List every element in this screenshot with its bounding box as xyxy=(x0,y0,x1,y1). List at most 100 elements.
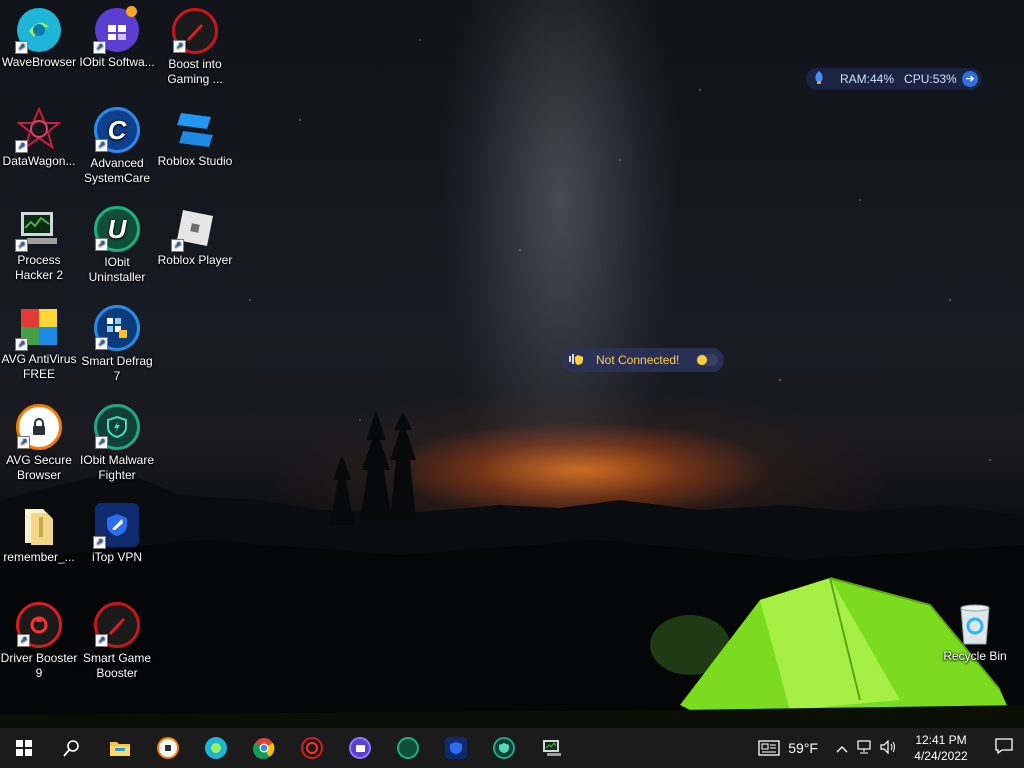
desktop-icon-process-hacker[interactable]: ↗ Process Hacker 2 xyxy=(0,200,78,283)
taskbar-app-iobit-uninstaller[interactable] xyxy=(384,728,432,768)
shortcut-arrow-icon: ↗ xyxy=(95,436,108,449)
desktop-icon-iobit-uninstaller[interactable]: U ↗ IObit Uninstaller xyxy=(78,200,156,285)
taskbar-app-avg-secure-browser[interactable] xyxy=(144,728,192,768)
taskbar-clock[interactable]: 12:41 PM 4/24/2022 xyxy=(906,732,976,764)
vpn-status-text: Not Connected! xyxy=(596,353,680,367)
shortcut-arrow-icon: ↗ xyxy=(95,337,108,350)
network-icon[interactable] xyxy=(856,739,872,757)
arrow-right-icon[interactable]: ➔ xyxy=(962,71,978,87)
lock-glyph xyxy=(165,745,171,751)
desktop-icon-roblox-player[interactable]: ↗ Roblox Player xyxy=(156,200,234,268)
news-weather-icon xyxy=(758,740,780,756)
wave-glyph xyxy=(211,743,221,753)
desktop-icon-avg-secure-browser[interactable]: ↗ AVG Secure Browser xyxy=(0,398,78,483)
desktop-icon-smart-game-booster[interactable]: ↗ Smart Game Booster xyxy=(78,596,156,681)
desktop-icon-recycle-bin[interactable]: Recycle Bin xyxy=(936,596,1014,664)
shield-glyph xyxy=(499,743,509,753)
desktop-icon-wavebrowser[interactable]: ↗ WaveBrowser xyxy=(0,2,78,70)
desktop-icon-label: Recycle Bin xyxy=(943,649,1007,663)
desktop-icon-advanced-systemcare[interactable]: C ↗ Advanced SystemCare xyxy=(78,101,156,186)
desktop-icon-iobit-malware-fighter[interactable]: ↗ IObit Malware Fighter xyxy=(78,398,156,483)
shortcut-arrow-icon: ↗ xyxy=(93,536,106,549)
weather-widget[interactable]: 59°F xyxy=(758,740,818,756)
recycle-bin-icon xyxy=(953,602,997,646)
advanced-systemcare-glyph: C xyxy=(107,114,127,145)
vpn-shield-glyph xyxy=(450,742,462,754)
clock-date: 4/24/2022 xyxy=(914,749,968,763)
wavebrowser-icon xyxy=(205,737,227,759)
avg-secure-browser-icon xyxy=(157,737,179,759)
shortcut-arrow-icon: ↗ xyxy=(93,41,106,54)
iobit-software-updater-icon: ↗ xyxy=(93,6,139,54)
taskbar-app-iobit-malware-fighter[interactable] xyxy=(480,728,528,768)
taskbar-app-process-hacker[interactable] xyxy=(528,728,576,768)
taskbar-app-driver-booster[interactable] xyxy=(288,728,336,768)
windows-logo-icon xyxy=(16,740,32,756)
desktop-icon-itop-vpn[interactable]: ↗ iTop VPN xyxy=(78,497,156,565)
taskbar-app-wavebrowser[interactable] xyxy=(192,728,240,768)
desktop-icon-remember-file[interactable]: remember_... xyxy=(0,497,78,565)
taskbar-app-chrome[interactable] xyxy=(240,728,288,768)
iobit-uninstaller-icon: U ↗ xyxy=(94,206,140,252)
shortcut-arrow-icon: ↗ xyxy=(15,140,28,153)
taskbar-app-itop-vpn[interactable] xyxy=(432,728,480,768)
clock-time: 12:41 PM xyxy=(915,733,967,747)
shortcut-arrow-icon: ↗ xyxy=(17,634,30,647)
chevron-up-icon[interactable] xyxy=(836,741,848,756)
iobit-uninstaller-glyph: U xyxy=(107,213,127,244)
desktop-icon-boost-gaming[interactable]: ↗ Boost into Gaming ... xyxy=(156,2,234,87)
shortcut-arrow-icon: ↗ xyxy=(95,139,108,152)
desktop-icon-roblox-studio[interactable]: Roblox Studio xyxy=(156,101,234,169)
vpn-toggle-knob xyxy=(697,355,707,365)
desktop-icon-smart-defrag[interactable]: ↗ Smart Defrag 7 xyxy=(78,299,156,384)
grid-glyph xyxy=(355,744,365,752)
desktop-icon-driver-booster[interactable]: ↗ Driver Booster 9 xyxy=(0,596,78,681)
shortcut-arrow-icon: ↗ xyxy=(95,238,108,251)
desktop-icon-label: Roblox Studio xyxy=(157,154,233,168)
gear-glyph xyxy=(306,742,318,754)
iobit-uninstaller-icon xyxy=(397,737,419,759)
rocket-icon xyxy=(808,70,830,88)
avg-antivirus-icon: ↗ xyxy=(15,305,61,351)
start-button[interactable] xyxy=(0,728,48,768)
notification-badge xyxy=(126,6,137,17)
vpn-status-widget[interactable]: Not Connected! xyxy=(562,348,724,372)
desktop-icon-label: Roblox Player xyxy=(157,253,233,267)
vpn-toggle[interactable] xyxy=(696,354,718,366)
advanced-systemcare-icon: C ↗ xyxy=(94,107,140,153)
chrome-icon xyxy=(253,738,275,759)
search-button[interactable] xyxy=(48,728,96,768)
desktop-icon-label: Smart Defrag 7 xyxy=(81,354,153,383)
ram-usage: RAM:44% xyxy=(840,72,895,86)
desktop-icon-iobit-software-updater[interactable]: ↗ IObit Softwa... xyxy=(78,2,156,70)
process-hacker-icon: ↗ xyxy=(15,206,61,252)
desktop-icon-label: Advanced SystemCare xyxy=(83,156,151,185)
process-hacker-icon xyxy=(543,740,561,756)
itop-vpn-icon xyxy=(445,737,467,759)
driver-booster-icon: ↗ xyxy=(16,602,62,648)
shortcut-arrow-icon: ↗ xyxy=(173,40,186,53)
file-explorer-icon xyxy=(110,742,130,756)
desktop-icon-label: remember_... xyxy=(3,550,75,564)
desktop-icon-label: Boost into Gaming ... xyxy=(167,57,223,86)
notification-center-icon[interactable] xyxy=(984,737,1024,759)
taskbar-app-file-explorer[interactable] xyxy=(96,728,144,768)
shortcut-arrow-icon: ↗ xyxy=(171,239,184,252)
desktop-icon-avg-antivirus[interactable]: ↗ AVG AntiVirus FREE xyxy=(0,299,78,382)
system-monitor-widget[interactable]: RAM:44% CPU:53% ➔ xyxy=(806,68,982,90)
system-tray: 59°F 12:41 PM 4/24/2022 xyxy=(758,728,1024,768)
desktop-icon-datawagon[interactable]: ↗ DataWagon... xyxy=(0,101,78,169)
desktop-icon-label: IObit Uninstaller xyxy=(88,255,146,284)
volume-icon[interactable] xyxy=(880,739,898,757)
desktop-icon-label: Smart Game Booster xyxy=(82,651,151,680)
taskbar: 59°F 12:41 PM 4/24/2022 xyxy=(0,728,1024,768)
taskbar-app-iobit-software-updater[interactable] xyxy=(336,728,384,768)
iobit-malware-fighter-icon: ↗ xyxy=(94,404,140,450)
desktop-icon-label: IObit Softwa... xyxy=(79,55,155,69)
vpn-shield-icon xyxy=(564,352,588,369)
cpu-usage: CPU:53% xyxy=(904,72,957,86)
desktop-icon-label: IObit Malware Fighter xyxy=(79,453,155,482)
folder-zip-icon xyxy=(17,503,61,547)
weather-temperature: 59°F xyxy=(788,740,818,756)
roblox-player-icon: ↗ xyxy=(171,206,217,252)
